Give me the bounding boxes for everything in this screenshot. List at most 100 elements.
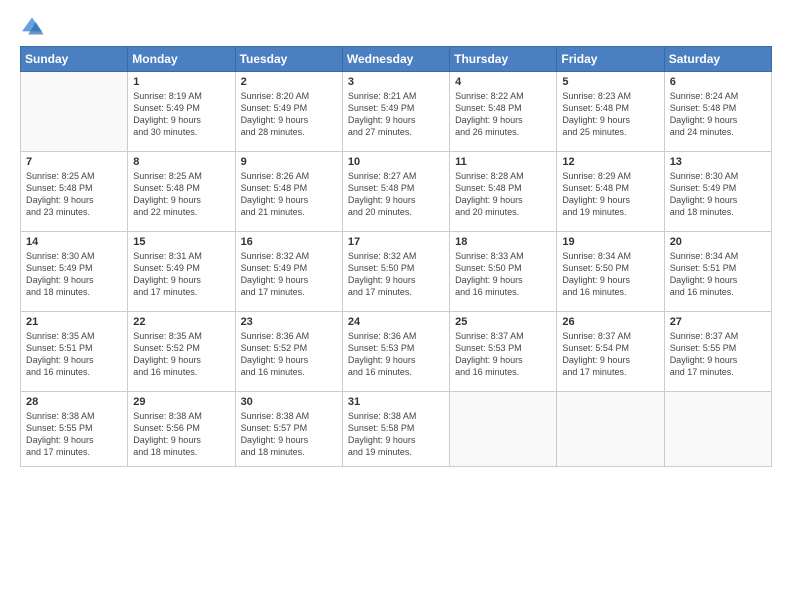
calendar-cell: 26Sunrise: 8:37 AM Sunset: 5:54 PM Dayli… [557, 312, 664, 392]
day-number: 14 [26, 236, 122, 248]
calendar-cell: 7 Sunrise: 8:25 AM Sunset: 5:48 PM Daylig… [21, 152, 128, 232]
header-thursday: Thursday [450, 47, 557, 72]
day-info: Sunrise: 8:21 AM Sunset: 5:49 PM Dayligh… [348, 90, 444, 139]
calendar-cell: 18 Sunrise: 8:33 AM Sunset: 5:50 PM Dayli… [450, 232, 557, 312]
day-number: 17 [348, 236, 444, 248]
day-number: 9 [241, 156, 337, 168]
day-number: 22 [133, 316, 229, 328]
day-info: Sunrise: 8:19 AM Sunset: 5:49 PM Dayligh… [133, 90, 229, 139]
calendar-cell: 30 Sunrise: 8:38 AM Sunset: 5:57 PM Dayli… [235, 392, 342, 467]
header-saturday: Saturday [664, 47, 771, 72]
calendar-cell: 1 Sunrise: 8:19 AM Sunset: 5:49 PM Daylig… [128, 72, 235, 152]
calendar-cell [450, 392, 557, 467]
day-number: 11 [455, 156, 551, 168]
day-info: Sunrise: 8:35 AM Sunset: 5:52 PM Dayligh… [133, 330, 229, 379]
day-info: Sunrise: 8:24 AM Sunset: 5:48 PM Dayligh… [670, 90, 766, 139]
day-info: Sunrise: 8:36 AM Sunset: 5:53 PM Dayligh… [348, 330, 444, 379]
header-sunday: Sunday [21, 47, 128, 72]
calendar-cell [557, 392, 664, 467]
day-number: 30 [241, 396, 337, 408]
day-number: 1 [133, 76, 229, 88]
header-tuesday: Tuesday [235, 47, 342, 72]
calendar-cell: 28 Sunrise: 8:38 AM Sunset: 5:55 PM Dayli… [21, 392, 128, 467]
calendar-cell: 31 Sunrise: 8:38 AM Sunset: 5:58 PM Dayli… [342, 392, 449, 467]
day-info: Sunrise: 8:28 AM Sunset: 5:48 PM Dayligh… [455, 170, 551, 219]
day-number: 7 [26, 156, 122, 168]
day-info: Sunrise: 8:37 AM Sunset: 5:53 PM Dayligh… [455, 330, 551, 379]
day-info: Sunrise: 8:29 AM Sunset: 5:48 PM Dayligh… [562, 170, 658, 219]
day-number: 23 [241, 316, 337, 328]
day-info: Sunrise: 8:30 AM Sunset: 5:49 PM Dayligh… [670, 170, 766, 219]
day-info: Sunrise: 8:34 AM Sunset: 5:51 PM Dayligh… [670, 250, 766, 299]
day-number: 27 [670, 316, 766, 328]
day-number: 19 [562, 236, 658, 248]
calendar-cell [664, 392, 771, 467]
week-row-5: 28 Sunrise: 8:38 AM Sunset: 5:55 PM Dayli… [21, 392, 772, 467]
calendar-cell: 8 Sunrise: 8:25 AM Sunset: 5:48 PM Daylig… [128, 152, 235, 232]
day-info: Sunrise: 8:37 AM Sunset: 5:55 PM Dayligh… [670, 330, 766, 379]
week-row-1: 1 Sunrise: 8:19 AM Sunset: 5:49 PM Daylig… [21, 72, 772, 152]
week-row-2: 7 Sunrise: 8:25 AM Sunset: 5:48 PM Daylig… [21, 152, 772, 232]
calendar-cell: 3 Sunrise: 8:21 AM Sunset: 5:49 PM Daylig… [342, 72, 449, 152]
day-info: Sunrise: 8:22 AM Sunset: 5:48 PM Dayligh… [455, 90, 551, 139]
day-info: Sunrise: 8:26 AM Sunset: 5:48 PM Dayligh… [241, 170, 337, 219]
header-monday: Monday [128, 47, 235, 72]
calendar-cell: 13Sunrise: 8:30 AM Sunset: 5:49 PM Dayli… [664, 152, 771, 232]
calendar-table: Sunday Monday Tuesday Wednesday Thursday… [20, 46, 772, 467]
day-info: Sunrise: 8:25 AM Sunset: 5:48 PM Dayligh… [133, 170, 229, 219]
calendar-cell: 20 Sunrise: 8:34 AM Sunset: 5:51 PM Dayli… [664, 232, 771, 312]
day-number: 8 [133, 156, 229, 168]
day-info: Sunrise: 8:35 AM Sunset: 5:51 PM Dayligh… [26, 330, 122, 379]
calendar-cell: 29 Sunrise: 8:38 AM Sunset: 5:56 PM Dayli… [128, 392, 235, 467]
logo [20, 16, 48, 36]
calendar-cell: 19 Sunrise: 8:34 AM Sunset: 5:50 PM Dayli… [557, 232, 664, 312]
day-info: Sunrise: 8:36 AM Sunset: 5:52 PM Dayligh… [241, 330, 337, 379]
calendar-cell: 25 Sunrise: 8:37 AM Sunset: 5:53 PM Dayli… [450, 312, 557, 392]
calendar-cell: 21Sunrise: 8:35 AM Sunset: 5:51 PM Dayli… [21, 312, 128, 392]
day-number: 10 [348, 156, 444, 168]
header [20, 16, 772, 36]
day-number: 4 [455, 76, 551, 88]
day-info: Sunrise: 8:33 AM Sunset: 5:50 PM Dayligh… [455, 250, 551, 299]
day-info: Sunrise: 8:38 AM Sunset: 5:57 PM Dayligh… [241, 410, 337, 459]
day-number: 16 [241, 236, 337, 248]
week-row-3: 14Sunrise: 8:30 AM Sunset: 5:49 PM Dayli… [21, 232, 772, 312]
logo-icon [20, 16, 44, 36]
day-info: Sunrise: 8:23 AM Sunset: 5:48 PM Dayligh… [562, 90, 658, 139]
week-row-4: 21Sunrise: 8:35 AM Sunset: 5:51 PM Dayli… [21, 312, 772, 392]
day-number: 18 [455, 236, 551, 248]
calendar-cell: 9 Sunrise: 8:26 AM Sunset: 5:48 PM Daylig… [235, 152, 342, 232]
day-number: 20 [670, 236, 766, 248]
calendar-cell: 27 Sunrise: 8:37 AM Sunset: 5:55 PM Dayli… [664, 312, 771, 392]
day-info: Sunrise: 8:38 AM Sunset: 5:56 PM Dayligh… [133, 410, 229, 459]
calendar-cell: 10 Sunrise: 8:27 AM Sunset: 5:48 PM Dayli… [342, 152, 449, 232]
day-number: 29 [133, 396, 229, 408]
calendar-cell: 23 Sunrise: 8:36 AM Sunset: 5:52 PM Dayli… [235, 312, 342, 392]
day-info: Sunrise: 8:32 AM Sunset: 5:49 PM Dayligh… [241, 250, 337, 299]
day-number: 3 [348, 76, 444, 88]
day-info: Sunrise: 8:27 AM Sunset: 5:48 PM Dayligh… [348, 170, 444, 219]
calendar-cell: 5Sunrise: 8:23 AM Sunset: 5:48 PM Daylig… [557, 72, 664, 152]
calendar-cell: 6Sunrise: 8:24 AM Sunset: 5:48 PM Daylig… [664, 72, 771, 152]
calendar-cell: 4 Sunrise: 8:22 AM Sunset: 5:48 PM Daylig… [450, 72, 557, 152]
day-number: 31 [348, 396, 444, 408]
day-number: 24 [348, 316, 444, 328]
calendar-cell: 12 Sunrise: 8:29 AM Sunset: 5:48 PM Dayli… [557, 152, 664, 232]
day-info: Sunrise: 8:38 AM Sunset: 5:55 PM Dayligh… [26, 410, 122, 459]
calendar-cell: 2 Sunrise: 8:20 AM Sunset: 5:49 PM Daylig… [235, 72, 342, 152]
calendar-cell [21, 72, 128, 152]
page: Sunday Monday Tuesday Wednesday Thursday… [0, 0, 792, 612]
day-info: Sunrise: 8:38 AM Sunset: 5:58 PM Dayligh… [348, 410, 444, 459]
header-friday: Friday [557, 47, 664, 72]
day-info: Sunrise: 8:20 AM Sunset: 5:49 PM Dayligh… [241, 90, 337, 139]
calendar-cell: 11 Sunrise: 8:28 AM Sunset: 5:48 PM Dayli… [450, 152, 557, 232]
calendar-cell: 22 Sunrise: 8:35 AM Sunset: 5:52 PM Dayli… [128, 312, 235, 392]
day-info: Sunrise: 8:25 AM Sunset: 5:48 PM Dayligh… [26, 170, 122, 219]
day-number: 2 [241, 76, 337, 88]
day-number: 25 [455, 316, 551, 328]
day-number: 28 [26, 396, 122, 408]
day-info: Sunrise: 8:34 AM Sunset: 5:50 PM Dayligh… [562, 250, 658, 299]
day-number: 12 [562, 156, 658, 168]
day-info: Sunrise: 8:31 AM Sunset: 5:49 PM Dayligh… [133, 250, 229, 299]
calendar-cell: 14Sunrise: 8:30 AM Sunset: 5:49 PM Dayli… [21, 232, 128, 312]
